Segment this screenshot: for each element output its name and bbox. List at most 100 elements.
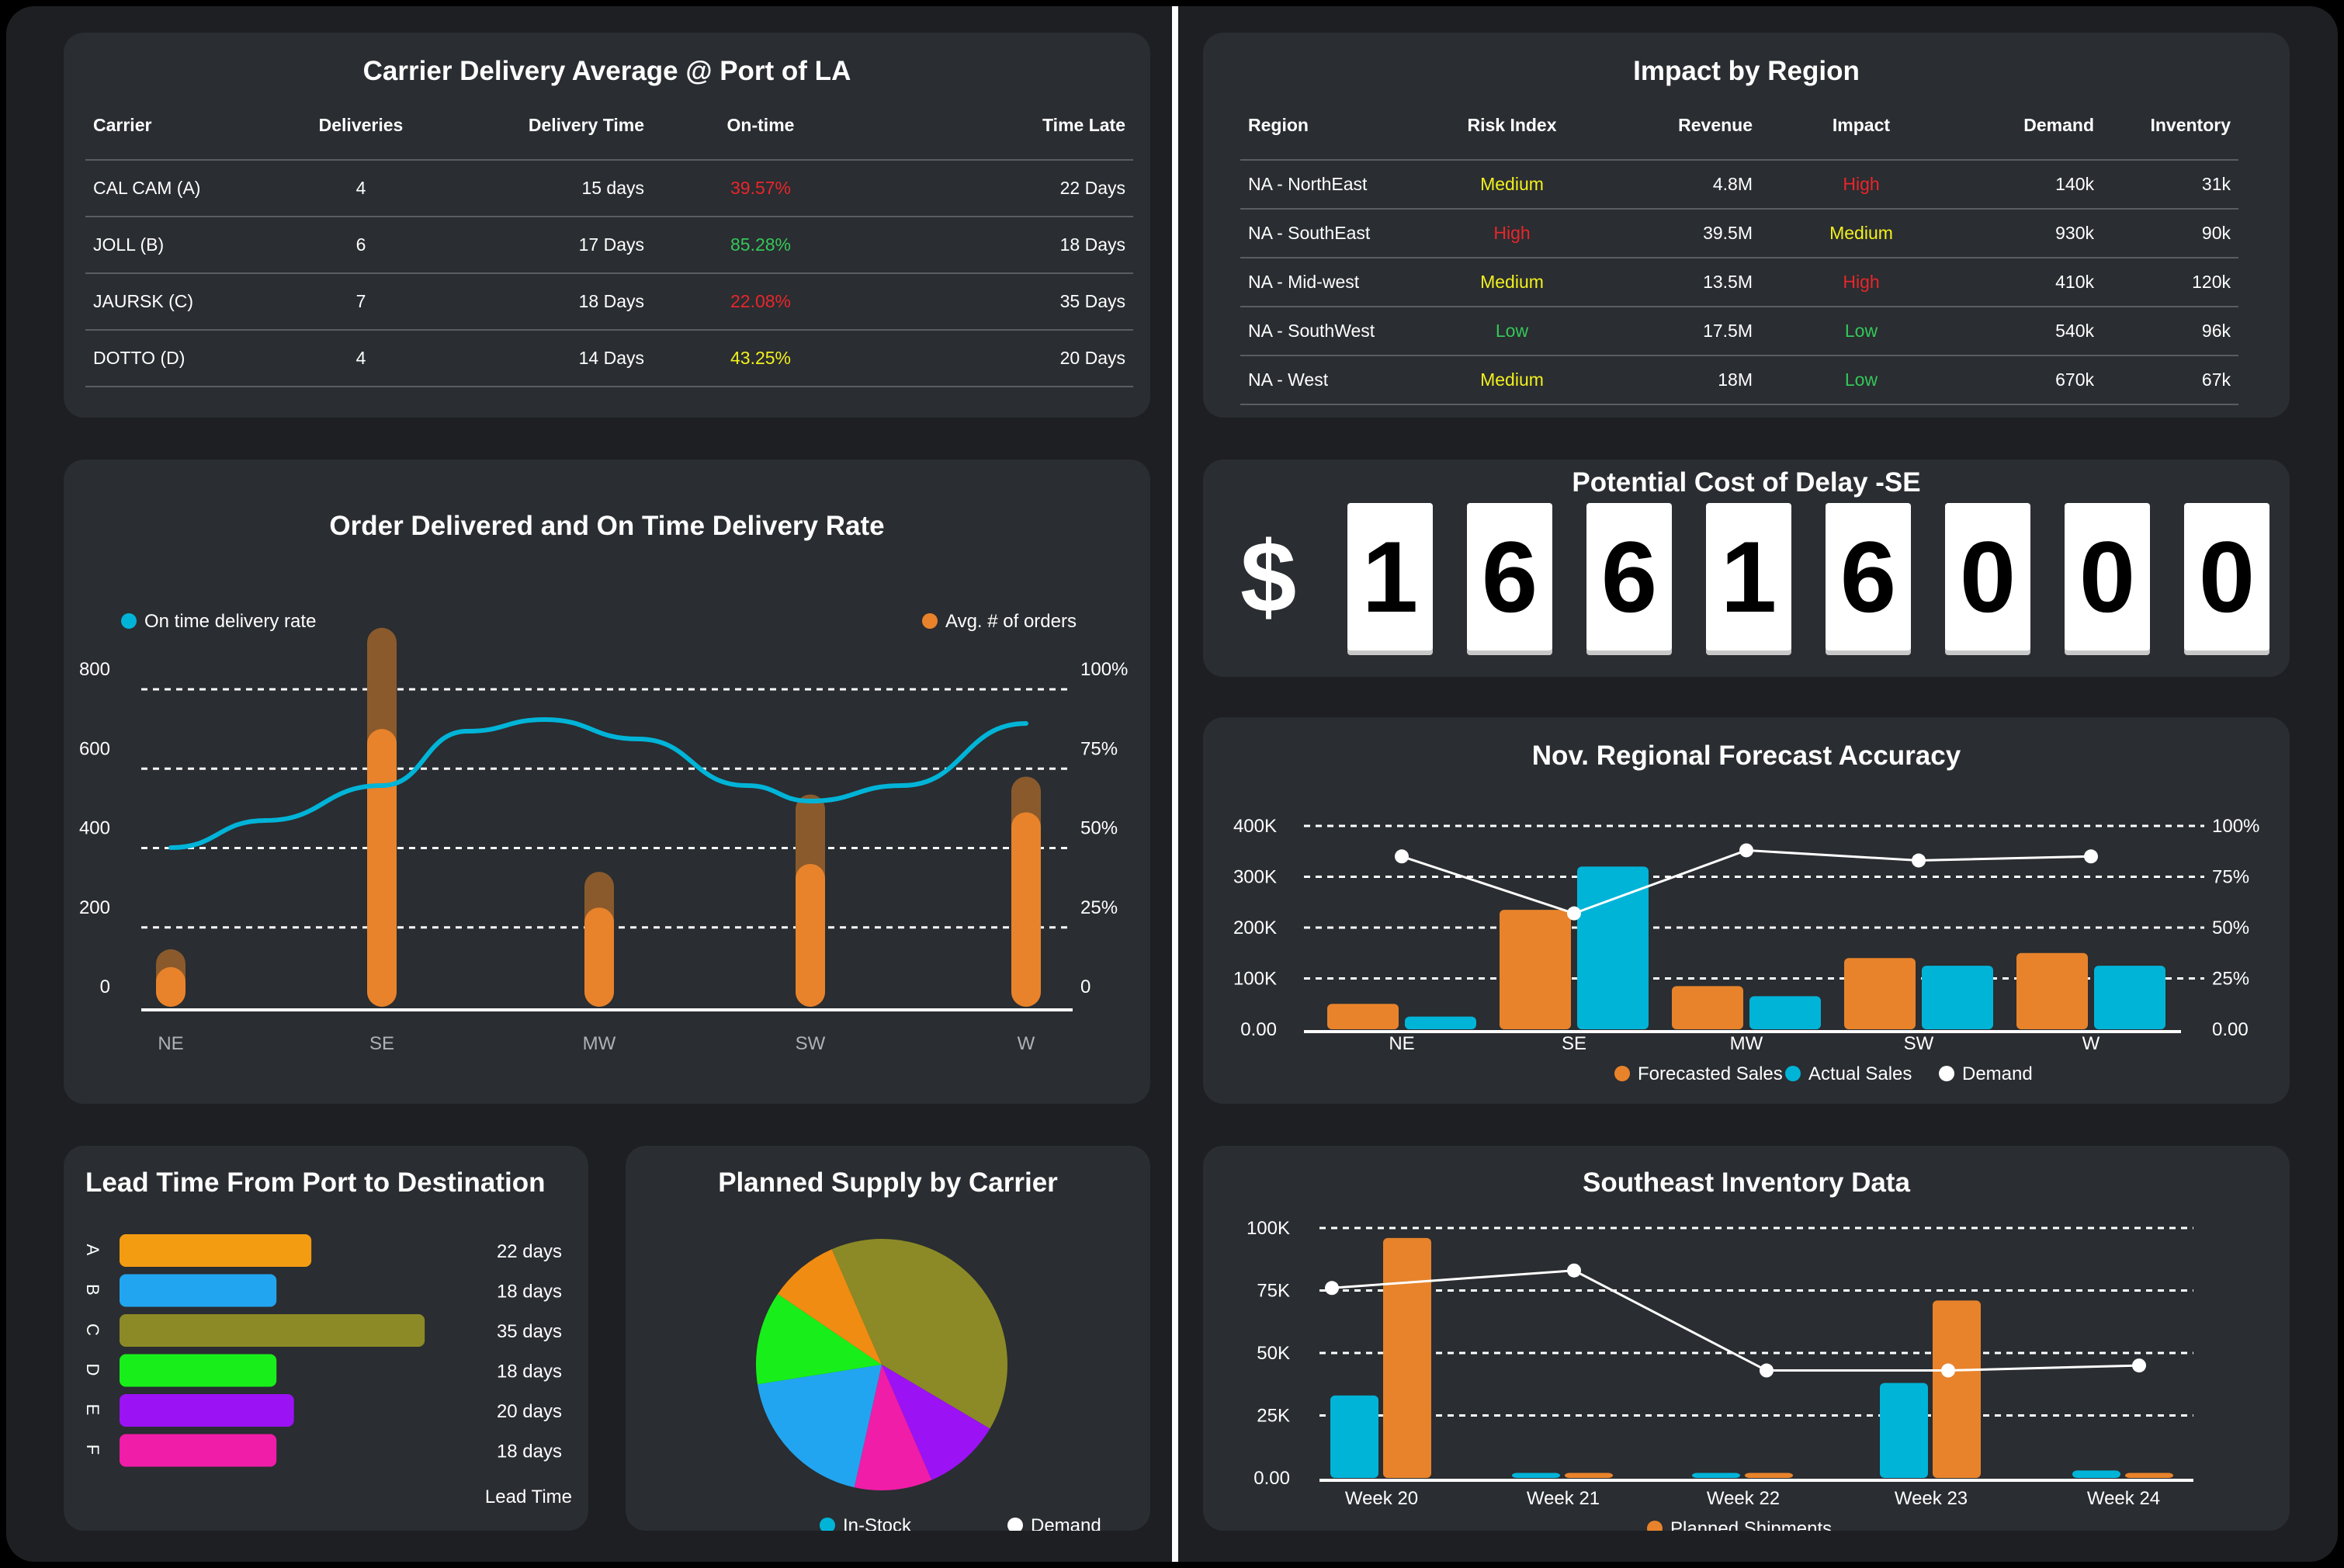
inventory-cell: 67k (2102, 355, 2238, 405)
lead-time-bar (120, 1274, 277, 1307)
x-tick-label: SW (1904, 1033, 1934, 1054)
y-tick-label: 25K (1257, 1406, 1290, 1427)
revenue-cell: 4.8M (1590, 159, 1760, 209)
inventory-cell: 120k (2102, 257, 2238, 307)
column-header: Revenue (1678, 115, 1753, 135)
lead-time-bar (120, 1314, 425, 1347)
table-row: CAL CAM (A) 4 15 days 39.57% 22 Days (85, 159, 1133, 217)
lead-time-bar (120, 1434, 277, 1467)
inventory-cell: 96k (2102, 306, 2238, 356)
on-time-cell: 85.28% (652, 216, 869, 273)
category-label: D (83, 1364, 102, 1376)
impact-cell: Medium (1760, 208, 1962, 258)
x-tick-label: Week 24 (2087, 1488, 2160, 1509)
risk-index-cell: Medium (1434, 159, 1590, 209)
x-tick-label: Week 20 (1345, 1488, 1418, 1509)
demand-point (2084, 849, 2098, 864)
column-header: Demand (2023, 115, 2094, 135)
x-tick-label: Week 21 (1527, 1488, 1600, 1509)
y2-tick-label: 0.00 (2212, 1019, 2249, 1040)
delivery-time-cell: 14 Days (427, 329, 652, 387)
table-row: NA - SouthEast High 39.5M Medium 930k 90k (1240, 208, 2238, 258)
demand-point (2132, 1358, 2146, 1373)
bar (156, 966, 186, 1007)
cost-digit: 0 (2184, 503, 2269, 650)
carrier-cell: JAURSK (C) (85, 272, 295, 330)
revenue-cell: 13.5M (1590, 257, 1760, 307)
time-late-cell: 35 Days (869, 272, 1133, 330)
legend-label: Avg. # of orders (945, 611, 1077, 632)
column-header: Carrier (93, 115, 152, 135)
demand-point (1395, 849, 1409, 864)
bar-in-stock (1330, 1395, 1378, 1478)
column-header: Time Late (1042, 115, 1125, 135)
cost-digit: 6 (1826, 503, 1911, 650)
y2-tick-label: 25% (2212, 969, 2249, 990)
y-tick-label: 400 (79, 818, 110, 839)
bar-planned-shipments (1745, 1473, 1793, 1478)
bar-planned-shipments (1933, 1300, 1981, 1478)
cost-digit: 6 (1467, 503, 1552, 650)
y2-tick-label: 50% (1080, 818, 1118, 839)
risk-index-cell: Medium (1434, 355, 1590, 405)
delivery-time-cell: 15 days (427, 159, 652, 217)
impact-cell: Low (1760, 355, 1962, 405)
bar-forecasted (1327, 1004, 1399, 1029)
x-tick-label: MW (583, 1033, 616, 1054)
carrier-cell: JOLL (B) (85, 216, 295, 273)
bar (796, 863, 825, 1007)
table-row: JOLL (B) 6 17 Days 85.28% 18 Days (85, 216, 1133, 273)
on-time-cell: 22.08% (652, 272, 869, 330)
legend-dot (820, 1518, 835, 1531)
impact-region-table: Region Risk Index Revenue Impact Demand … (1240, 92, 2238, 405)
region-cell: NA - SouthWest (1240, 306, 1434, 356)
y-tick-label: 75K (1257, 1281, 1290, 1302)
table-header-row: Region Risk Index Revenue Impact Demand … (1240, 92, 2238, 160)
value-label: 18 days (497, 1282, 562, 1303)
planned-supply-chart: In-Stock Demand (756, 1239, 1101, 1531)
bar-in-stock (1880, 1382, 1928, 1478)
bar-actual (2094, 966, 2165, 1029)
category-label: C (83, 1323, 102, 1336)
carrier-delivery-title: Carrier Delivery Average @ Port of LA (362, 56, 851, 86)
region-cell: NA - NorthEast (1240, 159, 1434, 209)
category-label: E (83, 1404, 102, 1416)
forecast-accuracy-chart: 0.00 0.00 100K 25% 200K 50% 300K 75% 400K 100% NE S… (1233, 816, 2259, 1084)
legend-dot (1785, 1066, 1801, 1081)
x-tick-label: NE (1389, 1033, 1414, 1054)
x-tick-label: SW (796, 1033, 826, 1054)
demand-cell: 930k (1962, 208, 2102, 258)
deliveries-cell: 4 (295, 329, 427, 387)
region-cell: NA - Mid-west (1240, 257, 1434, 307)
column-header: On-time (726, 115, 795, 135)
legend-label: Planned Shipments (1670, 1518, 1832, 1531)
region-cell: NA - West (1240, 355, 1434, 405)
legend-dot (1939, 1066, 1954, 1081)
revenue-cell: 17.5M (1590, 306, 1760, 356)
column-header: Inventory (2150, 115, 2231, 135)
on-time-cell: 39.57% (652, 159, 869, 217)
table-header-row: Carrier Deliveries Delivery Time On-time… (85, 92, 1133, 160)
se-inventory-chart: 0.00 25K 50K 75K 100K Week 20 Week 21 Week 22 We… (1247, 1218, 2193, 1531)
legend-dot (1647, 1521, 1663, 1531)
legend-label: Demand (1962, 1063, 2033, 1084)
deliveries-cell: 4 (295, 159, 427, 217)
value-label: 18 days (497, 1441, 562, 1462)
cost-digit: 0 (1945, 503, 2030, 650)
inventory-cell: 31k (2102, 159, 2238, 209)
bar-actual (1922, 966, 1993, 1029)
column-header: Deliveries (318, 115, 404, 135)
impact-region-card: Impact by Region Region Risk Index Reven… (1203, 33, 2290, 418)
y2-tick-label: 25% (1080, 897, 1118, 918)
rate-line (168, 716, 1028, 850)
x-tick-label: SE (1562, 1033, 1586, 1054)
demand-point (1567, 906, 1581, 921)
x-axis-label: Lead Time (485, 1486, 572, 1507)
x-tick-label: W (2082, 1033, 2100, 1054)
y-tick-label: 0.00 (1253, 1468, 1290, 1489)
y-tick-label: 600 (79, 738, 110, 759)
y-tick-label: 300K (1233, 867, 1277, 888)
demand-point (1912, 853, 1926, 868)
risk-index-cell: High (1434, 208, 1590, 258)
inventory-cell: 90k (2102, 208, 2238, 258)
